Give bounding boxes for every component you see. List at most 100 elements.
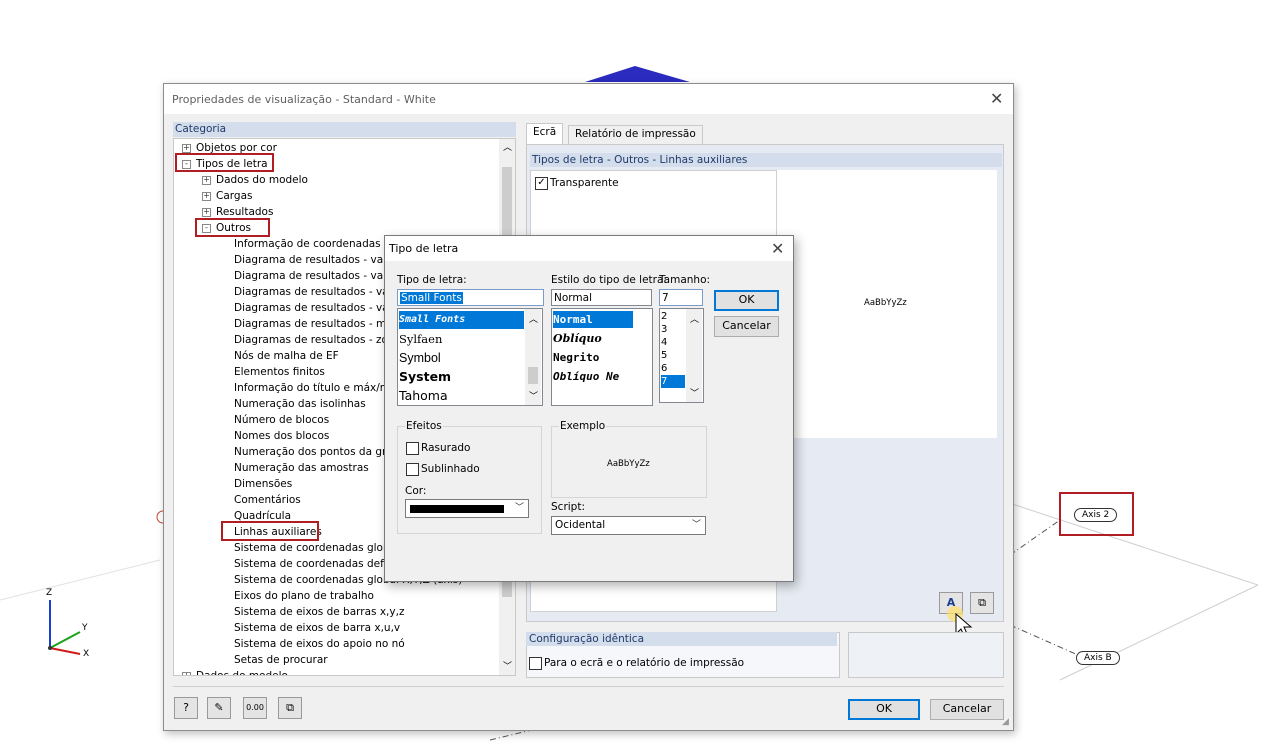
font-cancel-button[interactable]: Cancelar bbox=[714, 316, 779, 337]
scroll-up-icon[interactable]: ︿ bbox=[529, 312, 538, 325]
size-list-item[interactable]: 4 bbox=[661, 336, 685, 349]
tree-item-label: Nós de malha de EF bbox=[234, 350, 339, 362]
expand-icon[interactable]: + bbox=[202, 176, 211, 185]
tree-item[interactable]: Informação de coordenadas no bbox=[234, 236, 397, 252]
tree-item[interactable]: + Cargas bbox=[202, 188, 252, 204]
x-axis-arrow bbox=[49, 647, 81, 655]
cancel-button[interactable]: Cancelar bbox=[930, 699, 1004, 720]
font-list-item[interactable]: System bbox=[399, 368, 524, 386]
size-list-item[interactable]: 2 bbox=[661, 310, 685, 323]
scroll-down-icon[interactable]: ﹀ bbox=[690, 386, 699, 399]
expand-icon[interactable]: + bbox=[182, 144, 191, 153]
font-dialog-title: Tipo de letra bbox=[389, 242, 459, 255]
tree-item-label: Diagrama de resultados - valore bbox=[234, 270, 404, 282]
size-list-item[interactable]: 6 bbox=[661, 362, 685, 375]
identical-config-checkbox[interactable] bbox=[529, 657, 542, 670]
aux-lines-highlight bbox=[221, 521, 319, 541]
font-list-scrollbar[interactable]: ︿ ﹀ bbox=[525, 309, 541, 405]
font-list-item[interactable]: Small Fonts bbox=[399, 311, 524, 329]
size-list-item[interactable]: 5 bbox=[661, 349, 685, 362]
style-list-item[interactable]: Normal bbox=[553, 311, 633, 328]
size-field[interactable]: 7 bbox=[659, 289, 703, 306]
font-ok-button[interactable]: OK bbox=[714, 290, 779, 311]
style-list-item[interactable]: Oblíquo bbox=[553, 330, 633, 347]
copy-icon[interactable]: ⧉ bbox=[278, 697, 302, 719]
tree-item-label: Número de blocos bbox=[234, 414, 330, 426]
tree-item[interactable]: Dimensões bbox=[234, 476, 292, 492]
tree-item[interactable]: Numeração dos pontos da grelh bbox=[234, 444, 402, 460]
underline-checkbox[interactable] bbox=[406, 463, 419, 476]
script-combo[interactable]: Ocidental ﹀ bbox=[551, 516, 706, 535]
tree-item[interactable]: Setas de procurar bbox=[234, 652, 328, 668]
tree-item[interactable]: Eixos do plano de trabalho bbox=[234, 588, 374, 604]
strike-label: Rasurado bbox=[421, 442, 471, 454]
tree-item[interactable]: Diagrama de resultados - valore bbox=[234, 268, 403, 284]
expand-icon[interactable]: + bbox=[182, 672, 191, 675]
scroll-thumb[interactable] bbox=[528, 367, 538, 384]
tree-item[interactable]: Diagramas de resultados - valor bbox=[234, 300, 402, 316]
close-icon[interactable]: ✕ bbox=[990, 89, 1003, 108]
tree-item[interactable]: Numeração das isolinhas bbox=[234, 396, 366, 412]
tree-item[interactable]: Sistema de eixos do apoio no nó bbox=[234, 636, 405, 652]
close-icon[interactable]: ✕ bbox=[771, 239, 784, 258]
color-combo[interactable]: ﹀ bbox=[405, 499, 529, 518]
ok-button[interactable]: OK bbox=[848, 699, 920, 720]
tree-item[interactable]: Comentários bbox=[234, 492, 301, 508]
tree-item-label: Sistema de coordenadas definid bbox=[234, 558, 403, 570]
font-list-item[interactable]: Symbol bbox=[399, 349, 524, 367]
style-list-item[interactable]: Negrito bbox=[553, 349, 633, 366]
help-icon[interactable]: ? bbox=[174, 697, 198, 719]
tree-item-label: Sistema de coordenadas global bbox=[234, 542, 399, 554]
tree-item[interactable]: Número de blocos bbox=[234, 412, 329, 428]
style-list-item[interactable]: Oblíquo Ne bbox=[553, 368, 633, 385]
resize-grip-icon[interactable]: ◢ bbox=[1002, 717, 1009, 727]
tree-item-label: Sistema de eixos de barras x,y,z bbox=[234, 606, 405, 618]
expand-icon[interactable]: + bbox=[202, 208, 211, 217]
decimal-icon[interactable]: 0.00 bbox=[243, 697, 267, 719]
tree-item[interactable]: Elementos finitos bbox=[234, 364, 325, 380]
font-list[interactable]: ︿ ﹀ Small Fonts Sylfaen Symbol System Tahoma bbox=[397, 308, 543, 406]
tree-item-label: Setas de procurar bbox=[234, 654, 328, 666]
tree-item[interactable]: + Dados do modelo bbox=[202, 172, 308, 188]
size-list-item[interactable]: 3 bbox=[661, 323, 685, 336]
style-list[interactable]: Normal Oblíquo Negrito Oblíquo Ne bbox=[551, 308, 653, 406]
underline-label: Sublinhado bbox=[421, 463, 480, 475]
tree-item[interactable]: Numeração das amostras bbox=[234, 460, 369, 476]
tree-item-label: Numeração das isolinhas bbox=[234, 398, 366, 410]
font-label: Tipo de letra: bbox=[397, 274, 467, 286]
size-list[interactable]: ︿ ﹀ 234567 bbox=[659, 308, 704, 403]
transparent-checkbox[interactable]: ✓ bbox=[535, 177, 548, 190]
tree-item[interactable]: Diagramas de resultados - médi bbox=[234, 316, 402, 332]
tree-item[interactable]: Sistema de coordenadas global bbox=[234, 540, 399, 556]
size-list-scrollbar[interactable]: ︿ ﹀ bbox=[686, 309, 702, 402]
edit-icon[interactable]: ✎ bbox=[207, 697, 231, 719]
tree-item[interactable]: Sistema de coordenadas definid bbox=[234, 556, 403, 572]
tree-item[interactable]: Informação do título e máx/mín bbox=[234, 380, 400, 396]
scroll-up-icon[interactable]: ︿ bbox=[690, 312, 699, 325]
font-list-item[interactable]: Sylfaen bbox=[399, 330, 524, 348]
tree-item[interactable]: Nós de malha de EF bbox=[234, 348, 339, 364]
tree-item-label: Resultados bbox=[216, 206, 274, 218]
identical-config-label: Para o ecrã e o relatório de impressão bbox=[544, 657, 745, 669]
tree-item[interactable]: + Dados do modelo bbox=[182, 668, 288, 675]
strike-checkbox[interactable] bbox=[406, 442, 419, 455]
tree-item[interactable]: Nomes dos blocos bbox=[234, 428, 329, 444]
tree-item[interactable]: Diagramas de resultados - zona bbox=[234, 332, 401, 348]
preview-text: AaBbYyZz bbox=[864, 298, 907, 308]
font-field-value: Small Fonts bbox=[400, 292, 463, 304]
scroll-down-icon[interactable]: ﹀ bbox=[503, 659, 512, 672]
tree-item-label: Sistema de eixos do apoio no nó bbox=[234, 638, 405, 650]
scroll-up-icon[interactable]: ︿ bbox=[503, 140, 512, 153]
scroll-down-icon[interactable]: ﹀ bbox=[529, 389, 538, 402]
tab-print-report[interactable]: Relatório de impressão bbox=[568, 125, 703, 144]
tree-item[interactable]: Diagrama de resultados - valore bbox=[234, 252, 403, 268]
style-field[interactable]: Normal bbox=[551, 289, 652, 306]
tab-screen[interactable]: Ecrã bbox=[526, 123, 564, 144]
size-list-item[interactable]: 7 bbox=[661, 375, 685, 388]
expand-icon[interactable]: + bbox=[202, 192, 211, 201]
font-field[interactable]: Small Fonts bbox=[397, 289, 544, 306]
font-list-item[interactable]: Tahoma bbox=[399, 387, 524, 405]
tree-item[interactable]: Sistema de eixos de barra x,u,v bbox=[234, 620, 400, 636]
tree-item[interactable]: Diagramas de resultados - valor bbox=[234, 284, 402, 300]
tree-item[interactable]: Sistema de eixos de barras x,y,z bbox=[234, 604, 404, 620]
